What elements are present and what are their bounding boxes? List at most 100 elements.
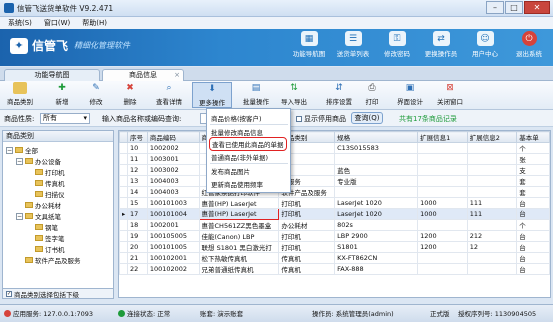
menu-help[interactable]: 帮助(H) [82,18,107,28]
table-row[interactable]: ▸ 17 100101004 惠普(HP) LaserJet 打印机 LaserJet 1… [119,208,550,220]
maximize-button[interactable]: □ [505,1,523,14]
tree-item-pen[interactable]: 钢笔 [35,222,58,232]
tree-label: 办公耗材 [35,202,61,210]
table-cell: 15 [126,197,148,209]
edit-button[interactable]: ✎ 修改 [84,82,108,108]
add-button[interactable]: ✚ 新增 [50,82,74,108]
menu-system[interactable]: 系统(S) [8,18,32,28]
close-window-tool-button[interactable]: ⊠ 关闭窗口 [434,82,466,108]
table-row[interactable]: 14 1004003 红管家票据打印软件 软件产品及服务套 [119,186,550,198]
chevron-down-icon: ⬇ [208,84,216,94]
table-row[interactable]: 21 100102001 松下热敏传真机 传真机 KX-FT862CN 台 [119,252,550,264]
checkbox-box [296,116,302,122]
toolbar [0,81,553,110]
banner-button-delivery-list[interactable]: ☰ 送货单列表 [331,31,375,58]
table-row[interactable]: 10 1002002 C13S015583 个 [119,142,550,154]
sidebar-header: 商品类别 [3,131,113,142]
tree-item-all[interactable]: − 全部 [6,145,38,155]
banner-button-user-center[interactable]: ☺ 用户中心 [463,31,507,58]
tree-label: 全部 [25,147,38,155]
table-cell: 1002002 [146,142,200,154]
include-subcategory-checkbox[interactable]: ✓ 商品类别选择包括下级 [2,288,114,299]
column-header[interactable]: 基本单 [516,131,550,143]
column-header[interactable]: 扩展信息2 [466,131,518,143]
status-text: 应用服务: 127.0.0.1:7093 [13,310,93,318]
show-disabled-checkbox[interactable]: 显示停用商品 [296,114,346,124]
row-indicator [119,186,128,198]
table-row[interactable]: 13 1004003 及服务 专业版套 [119,175,550,187]
table-cell: 佳能(Canon) LBP [198,230,280,242]
table-cell: 22 [126,263,148,275]
table-row[interactable]: 22 100102002 兄弟普通纸传真机 传真机 FAX-888 台 [119,263,550,275]
column-header[interactable]: 扩展信息1 [417,131,468,143]
column-header[interactable]: 规格 [334,131,419,143]
banner-button-exit[interactable]: ⏻ 退出系统 [507,31,551,58]
menu-item-publish-image[interactable]: 发布商品图片 [211,166,250,176]
table-cell: 打印机 [278,208,336,220]
print-button[interactable]: ⎙ 打印 [361,82,383,108]
table-cell: 1200 [417,241,468,253]
batch-button[interactable]: ▤ 批量操作 [240,82,272,108]
menu-item-price-by-customer[interactable]: 商品价格(按客户) [211,113,262,123]
delete-button[interactable]: ✖ 删除 [118,82,142,108]
banner-button-password[interactable]: ⚿ 修改密码 [375,31,419,58]
collapse-icon[interactable]: − [16,212,23,220]
banner-button-switch-operator[interactable]: ⇄ 更换操作员 [419,31,463,58]
sort-settings-button[interactable]: ⇵ 排序设置 [323,82,355,108]
collapse-icon[interactable]: − [6,146,13,154]
banner-button-nav[interactable]: ▦ 功能导航图 [287,31,331,58]
tree-item-software[interactable]: 软件产品及服务 [25,255,81,265]
tree-item-office-equipment[interactable]: − 办公设备 [16,156,61,166]
table-row[interactable]: 18 1002001 惠普CH561ZZ黑色墨盒 办公耗材 802s 个 [119,219,550,231]
tree-item-stationery[interactable]: − 文具纸笔 [16,211,61,221]
collapse-icon[interactable]: − [16,157,23,165]
row-indicator: ▸ [119,208,128,220]
category-select[interactable]: 所有 ▾ [40,113,90,124]
folder-icon [25,213,33,219]
column-header[interactable]: 商品编码 [146,131,200,143]
status-text: 连接状态: 正常 [127,310,171,318]
tree-item-printer[interactable]: 打印机 [35,167,65,177]
menu-item-update-frequency[interactable]: 更新商品使用频率 [211,179,263,189]
table-cell [466,142,518,154]
banner-button-label: 更换操作员 [424,50,458,58]
tab-product-info[interactable]: 商品信息 × [102,69,184,81]
table-cell: 惠普(HP) LaserJet [198,197,280,209]
tree-label: 文具纸笔 [35,213,61,221]
tree-item-signing-pen[interactable]: 签字笔 [35,233,65,243]
table-cell: 1200 [417,230,468,242]
category-button[interactable]: 商品类别 [6,82,34,108]
tree-item-scanner[interactable]: 扫描仪 [35,189,65,199]
table-cell: 1000 [417,208,468,220]
table-row[interactable]: 12 1003002 蓝色 支 [119,164,550,176]
toolbar-label: 关闭窗口 [437,98,463,106]
close-tab-icon[interactable]: × [174,70,180,81]
import-export-button[interactable]: ⇅ 导入导出 [278,82,310,108]
tree-item-stapler[interactable]: 订书机 [35,244,65,254]
table-row[interactable]: 20 100101005 联想 S1801 黑白激光打 打印机 S1801 1200 12 台 [119,241,550,253]
table-cell: 台 [516,241,550,253]
minimize-button[interactable]: – [486,1,504,14]
import-export-icon: ⇅ [290,83,298,93]
query-button[interactable]: 查询(Q) [351,112,383,124]
menu-item-normal-product[interactable]: 普通商品(非外单据) [211,152,268,162]
ui-design-button[interactable]: ▣ 界面设计 [394,82,426,108]
close-window-button[interactable]: ✕ [524,1,550,14]
menu-window[interactable]: 窗口(W) [44,18,70,28]
view-detail-button[interactable]: ⌕ 查看详情 [152,82,186,108]
table-row[interactable]: 15 100101003 惠普(HP) LaserJet 打印机 LaserJet 10… [119,197,550,209]
tree-item-fax[interactable]: 传真机 [35,178,65,188]
column-header[interactable]: 序号 [126,131,148,143]
table-cell: 1003002 [146,164,200,176]
table-row[interactable]: 11 1003001 张 [119,153,550,165]
table-row[interactable]: 19 100105005 佳能(Canon) LBP 打印机 LBP 2900 1200 2… [119,230,550,242]
tree-item-consumables[interactable]: 办公耗材 [25,200,61,210]
menu-item-batch-edit[interactable]: 批量修改商品信息 [211,127,263,137]
table-cell [466,186,518,198]
table-cell: 1004003 [146,186,200,198]
table-cell: 1004003 [146,175,200,187]
more-actions-button[interactable]: ⬇ 更多操作 [192,82,232,108]
status-edition: 正式版 [430,308,450,318]
tab-nav-map[interactable]: 功能导航图 [4,69,100,81]
menu-item-view-used-documents[interactable]: 查看已使用此商品的单据 [209,137,287,151]
